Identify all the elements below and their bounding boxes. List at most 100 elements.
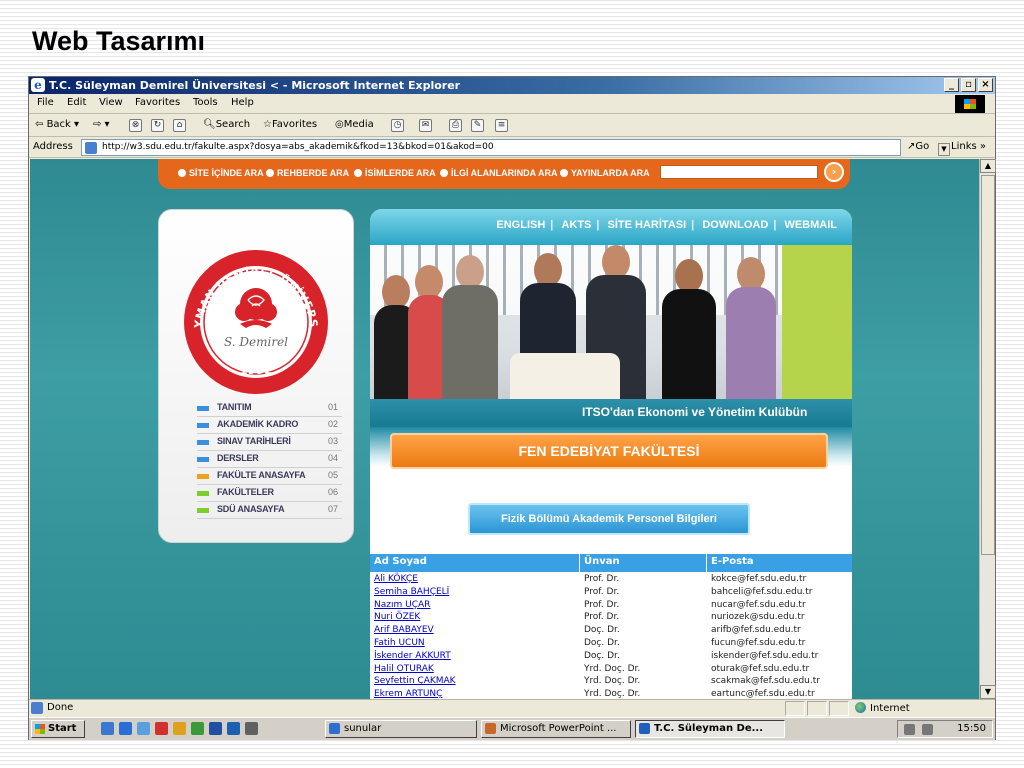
task-ie[interactable]: T.C. Süleyman De... (635, 720, 785, 738)
stop-icon[interactable]: ⊗ (129, 119, 142, 132)
title-bar[interactable]: e T.C. Süleyman Demirel Üniversitesi < -… (29, 77, 995, 94)
link-akts[interactable]: AKTS (561, 219, 591, 231)
print-icon[interactable]: ⎙ (449, 119, 462, 132)
nav-item-sdu-anasayfa[interactable]: SDÜ ANASAYFA 07 (197, 502, 342, 519)
app4-quicklaunch-icon[interactable] (227, 722, 240, 735)
search-option-names[interactable]: İSİMLERDE ARA (354, 168, 436, 178)
faculty-banner[interactable]: FEN EDEBİYAT FAKÜLTESİ (390, 433, 828, 469)
home-icon[interactable]: ⌂ (173, 119, 186, 132)
status-text: Done (47, 702, 74, 713)
link-english[interactable]: ENGLISH (496, 219, 545, 231)
table-row: Arif BABAYEV Doç. Dr. arifb@fef.sdu.edu.tr (370, 624, 852, 637)
search-option-interests[interactable]: İLGİ ALANLARINDA ARA (440, 168, 558, 178)
search-option-directory[interactable]: REHBERDE ARA (266, 168, 349, 178)
person-name-link[interactable]: Halil OTURAK (374, 663, 434, 676)
person-name-link[interactable]: Seyfettin ÇAKMAK (374, 675, 456, 688)
history-icon[interactable]: ◷ (391, 119, 404, 132)
app3-quicklaunch-icon[interactable] (209, 722, 222, 735)
main-panel: ENGLISH | AKTS | SİTE HARİTASI | DOWNLOAD | … (370, 209, 852, 699)
network-icon[interactable] (922, 724, 933, 735)
col-name: Ad Soyad (374, 556, 427, 567)
search-button[interactable]: 🔍︎Search (203, 119, 250, 130)
news-photo[interactable] (370, 245, 852, 425)
nav-item-dersler[interactable]: DERSLER 04 (197, 451, 342, 468)
nav-item-fakulteler[interactable]: FAKÜLTELER 06 (197, 485, 342, 502)
menu-edit[interactable]: Edit (67, 97, 86, 108)
window-title: T.C. Süleyman Demirel Üniversitesi < - M… (49, 79, 461, 92)
address-dropdown-icon[interactable]: ▼ (938, 143, 950, 156)
search-option-site[interactable]: SİTE İÇİNDE ARA (178, 168, 264, 178)
nav-item-akademik-kadro[interactable]: AKADEMİK KADRO 02 (197, 417, 342, 434)
person-name-link[interactable]: Semiha BAHÇELİ (374, 586, 449, 599)
show-desktop-icon[interactable] (101, 722, 114, 735)
edit-icon[interactable]: ✎ (471, 119, 484, 132)
app5-quicklaunch-icon[interactable] (245, 722, 258, 735)
vertical-scrollbar[interactable]: ▲ ▼ (979, 159, 996, 699)
table-row: Fatih UCUN Doç. Dr. fucun@fef.sdu.edu.tr (370, 637, 852, 650)
menu-help[interactable]: Help (231, 97, 254, 108)
radio-icon (440, 169, 448, 177)
app-quicklaunch-icon[interactable] (173, 722, 186, 735)
scroll-up-icon[interactable]: ▲ (980, 159, 996, 173)
system-tray: 15:50 (897, 720, 993, 738)
mail-icon[interactable]: ✉ (419, 119, 432, 132)
nav-item-fakulte-anasayfa[interactable]: FAKÜLTE ANASAYFA 05 (197, 468, 342, 485)
seal-year: 1992 (239, 363, 272, 377)
scroll-thumb[interactable] (981, 175, 995, 555)
person-name-link[interactable]: Ali KÖKÇE (374, 573, 418, 586)
photo-caption[interactable]: ITSO'dan Ekonomi ve Yönetim Kulübün (370, 399, 852, 427)
nav-bullet (197, 491, 209, 496)
person-name-link[interactable]: Nazım UÇAR (374, 599, 430, 612)
person-email: iskender@fef.sdu.edu.tr (711, 650, 819, 661)
discuss-icon[interactable]: ≡ (495, 119, 508, 132)
maximize-button[interactable]: ▫ (961, 78, 976, 92)
minimize-button[interactable]: _ (944, 78, 959, 92)
nav-item-tanitim[interactable]: TANITIM 01 (197, 400, 342, 417)
go-button[interactable]: ↗Go (907, 141, 929, 152)
link-download[interactable]: DOWNLOAD (702, 219, 768, 231)
link-site-map[interactable]: SİTE HARİTASI (608, 219, 687, 231)
person-name-link[interactable]: Nuri ÖZEK (374, 611, 420, 624)
menu-file[interactable]: File (37, 97, 54, 108)
ie-quicklaunch-icon[interactable] (119, 722, 132, 735)
table-row: İskender AKKURT Doç. Dr. iskender@fef.sdu.… (370, 650, 852, 663)
top-links-bar: ENGLISH | AKTS | SİTE HARİTASI | DOWNLOAD | … (370, 209, 852, 245)
address-input[interactable]: http://w3.sdu.edu.tr/fakulte.aspx?dosya=… (81, 139, 950, 156)
task-powerpoint[interactable]: Microsoft PowerPoint ... (481, 720, 631, 738)
person-email: eartunc@fef.sdu.edu.tr (711, 689, 815, 699)
site-search-input[interactable] (660, 165, 818, 179)
address-label: Address (33, 141, 73, 152)
browser-window: e T.C. Süleyman Demirel Üniversitesi < -… (28, 76, 996, 740)
site-search-go-button[interactable]: › (824, 162, 844, 182)
media-quicklaunch-icon[interactable] (155, 722, 168, 735)
person-name-link[interactable]: Fatih UCUN (374, 637, 425, 650)
person-email: bahceli@fef.sdu.edu.tr (711, 586, 813, 597)
start-button[interactable]: Start (31, 720, 85, 738)
person-name-link[interactable]: Ekrem ARTUNÇ (374, 688, 442, 699)
menu-favorites[interactable]: Favorites (135, 97, 180, 108)
favorites-button[interactable]: ☆Favorites (263, 119, 317, 130)
menu-tools[interactable]: Tools (193, 97, 218, 108)
task-sunular[interactable]: sunular (325, 720, 477, 738)
close-button[interactable]: × (978, 78, 993, 92)
dept-personnel-button[interactable]: Fizik Bölümü Akademik Personel Bilgileri (468, 503, 750, 535)
link-webmail[interactable]: WEBMAIL (784, 219, 837, 231)
volume-icon[interactable] (904, 724, 915, 735)
search-option-publications[interactable]: YAYINLARDA ARA (560, 168, 650, 178)
forward-button[interactable]: ⇨ ▾ (93, 119, 110, 130)
table-row: Nuri ÖZEK Prof. Dr. nuriozek@sdu.edu.tr (370, 611, 852, 624)
media-button[interactable]: ◎Media (335, 119, 374, 130)
back-button[interactable]: ⇦ Back ▾ (35, 119, 79, 130)
links-button[interactable]: Links » (951, 141, 986, 152)
scroll-down-icon[interactable]: ▼ (980, 685, 996, 699)
menu-view[interactable]: View (99, 97, 123, 108)
radio-icon (178, 169, 186, 177)
app2-quicklaunch-icon[interactable] (191, 722, 204, 735)
refresh-icon[interactable]: ↻ (151, 119, 164, 132)
person-title: Prof. Dr. (584, 586, 620, 597)
radio-icon (560, 169, 568, 177)
person-name-link[interactable]: İskender AKKURT (374, 650, 451, 663)
person-name-link[interactable]: Arif BABAYEV (374, 624, 434, 637)
nav-item-sinav-tarihleri[interactable]: SINAV TARİHLERİ 03 (197, 434, 342, 451)
explorer-quicklaunch-icon[interactable] (137, 722, 150, 735)
